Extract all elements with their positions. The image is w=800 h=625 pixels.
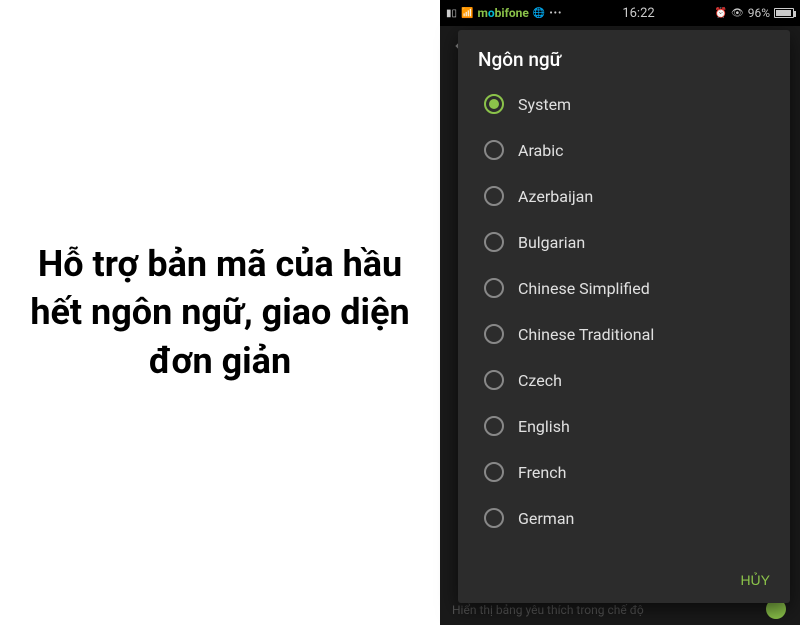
radio-icon (484, 462, 504, 482)
language-label: System (518, 95, 571, 114)
battery-percent: 96% (748, 6, 770, 20)
radio-icon (484, 232, 504, 252)
radio-icon (484, 278, 504, 298)
language-option[interactable]: Chinese Traditional (478, 311, 770, 357)
language-option[interactable]: English (478, 403, 770, 449)
language-label: Bulgarian (518, 233, 585, 252)
dialog-actions: HỦY (458, 558, 790, 603)
radio-icon (484, 508, 504, 528)
dialog-title: Ngôn ngữ (458, 30, 790, 81)
status-left: ▮▯ 📶 mobifone 🌐 ••• (446, 6, 562, 20)
language-option[interactable]: German (478, 495, 770, 541)
language-option[interactable]: Chinese Simplified (478, 265, 770, 311)
description-panel: Hỗ trợ bản mã của hầu hết ngôn ngữ, giao… (0, 0, 440, 625)
radio-icon (484, 140, 504, 160)
radio-icon (484, 416, 504, 436)
language-label: Arabic (518, 141, 564, 160)
language-label: Chinese Simplified (518, 279, 650, 298)
language-option[interactable]: French (478, 449, 770, 495)
radio-selected-icon (484, 94, 504, 114)
language-label: English (518, 417, 570, 436)
language-option[interactable]: Azerbaijan (478, 173, 770, 219)
battery-icon (774, 8, 794, 18)
status-bar: ▮▯ 📶 mobifone 🌐 ••• 16:22 ⏰ 👁 96% (440, 0, 800, 26)
background-hint: Hiển thị bảng yêu thích trong chế độ (452, 603, 644, 617)
dots-icon: ••• (549, 8, 562, 19)
language-label: Chinese Traditional (518, 325, 654, 344)
radio-icon (484, 186, 504, 206)
description-text: Hỗ trợ bản mã của hầu hết ngôn ngữ, giao… (30, 240, 410, 386)
phone-frame: ▮▯ 📶 mobifone 🌐 ••• 16:22 ⏰ 👁 96% Hiển t… (440, 0, 800, 625)
language-option[interactable]: Arabic (478, 127, 770, 173)
carrier-logo: mobifone (477, 6, 528, 20)
data-icon: 📶 (461, 8, 473, 19)
alarm-icon: ⏰ (715, 8, 727, 19)
language-label: German (518, 509, 574, 528)
radio-icon (484, 324, 504, 344)
language-option[interactable]: Czech (478, 357, 770, 403)
eye-icon: 👁 (731, 8, 744, 19)
language-label: Czech (518, 371, 562, 390)
language-dialog: Ngôn ngữ System Arabic Azerbaijan Bulgarian… (458, 30, 790, 603)
language-label: French (518, 463, 566, 482)
language-option[interactable]: System (478, 81, 770, 127)
language-option[interactable]: Bulgarian (478, 219, 770, 265)
status-right: ⏰ 👁 96% (715, 6, 794, 20)
language-label: Azerbaijan (518, 187, 593, 206)
language-list[interactable]: System Arabic Azerbaijan Bulgarian Chinese S… (458, 81, 790, 558)
signal-icon: ▮▯ (446, 8, 457, 19)
cancel-button[interactable]: HỦY (740, 572, 770, 588)
globe-icon: 🌐 (533, 8, 545, 19)
clock: 16:22 (622, 6, 654, 21)
radio-icon (484, 370, 504, 390)
